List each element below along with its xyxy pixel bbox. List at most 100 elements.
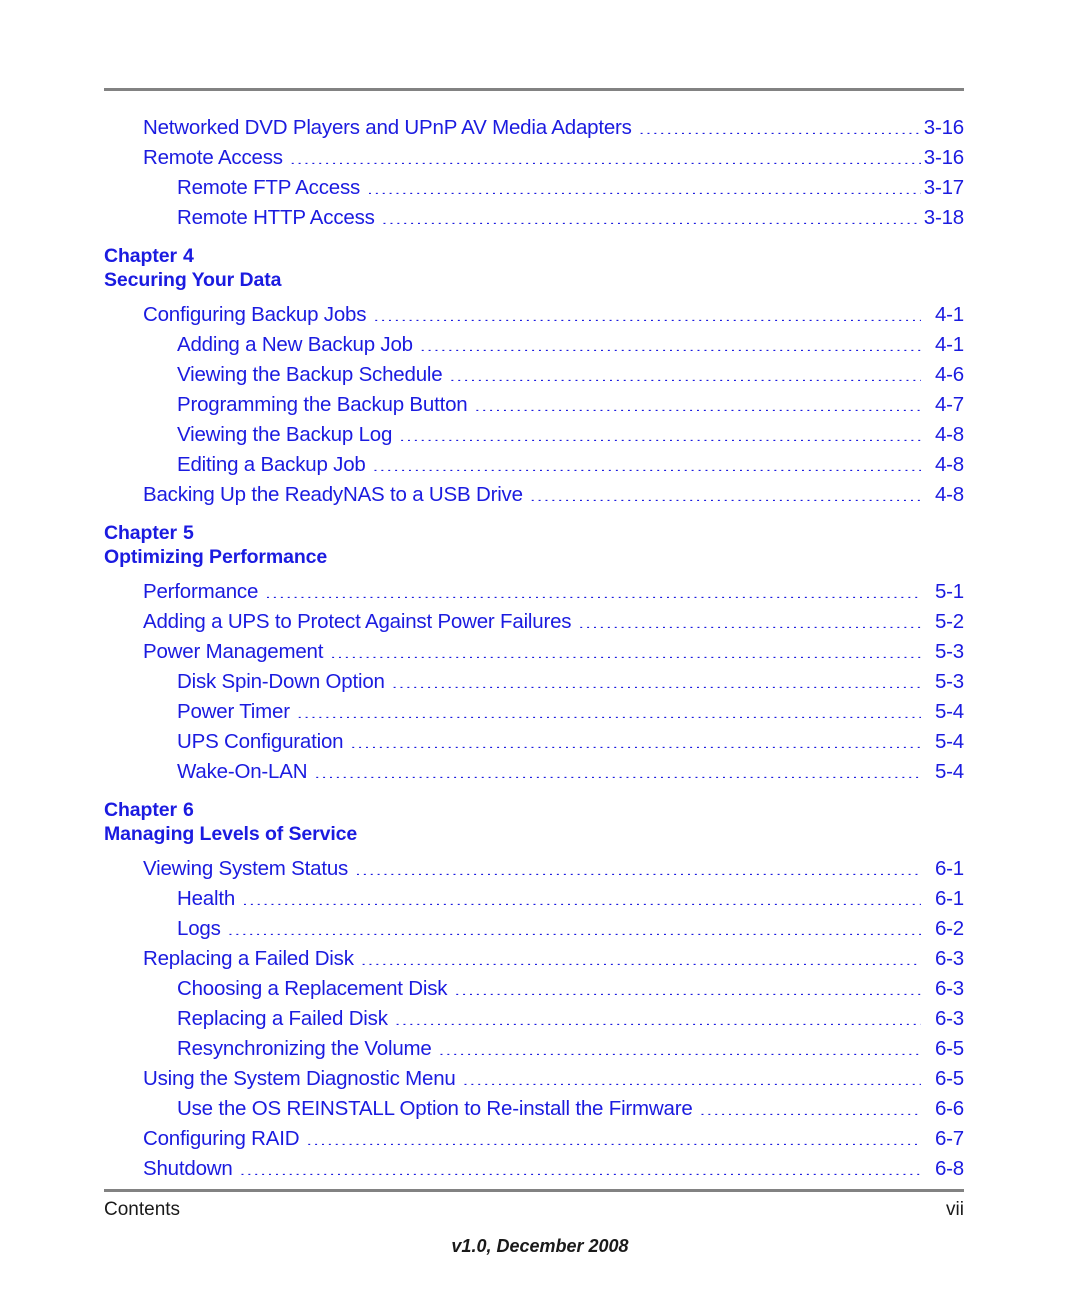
chapter-number: 6 xyxy=(182,799,194,821)
toc-entry-page-number: 6-8 xyxy=(934,1157,964,1180)
footer-page-number: vii xyxy=(946,1199,964,1220)
toc-entry-page-number: 5-4 xyxy=(934,700,964,723)
toc-entry[interactable]: Remote FTP Access 3-17 xyxy=(104,173,964,203)
dot-leader xyxy=(474,391,921,412)
toc-entry[interactable]: Power Management 5-3 xyxy=(104,637,964,667)
footer-rule xyxy=(104,1189,964,1192)
toc-entry-title: Configuring Backup Jobs xyxy=(143,303,367,326)
toc-entry-title: Use the OS REINSTALL Option to Re-instal… xyxy=(177,1097,693,1120)
toc-entry[interactable]: Viewing System Status 6-1 xyxy=(104,854,964,884)
toc-entry[interactable]: Viewing the Backup Log 4-8 xyxy=(104,420,964,450)
toc-entry-title: Networked DVD Players and UPnP AV Media … xyxy=(143,116,632,139)
toc-entry[interactable]: Programming the Backup Button 4-7 xyxy=(104,390,964,420)
chapter-number-line: Chapter 6 xyxy=(104,798,964,822)
dot-leader xyxy=(439,1035,921,1056)
toc-entry-page-number: 4-8 xyxy=(934,453,964,476)
chapter-label: Chapter xyxy=(104,245,177,267)
toc-entry-title: Editing a Backup Job xyxy=(177,453,366,476)
toc-entry[interactable]: Wake-On-LAN 5-4 xyxy=(104,757,964,787)
toc-entry-page-number: 6-3 xyxy=(934,977,964,1000)
chapter-label: Chapter xyxy=(104,522,177,544)
toc-entry-page-number: 4-7 xyxy=(934,393,964,416)
toc-entry[interactable]: Remote HTTP Access 3-18 xyxy=(104,203,964,233)
chapter-number-line: Chapter 4 xyxy=(104,244,964,268)
dot-leader xyxy=(463,1065,921,1086)
dot-leader xyxy=(240,1155,921,1176)
dot-leader xyxy=(373,301,921,322)
dot-leader xyxy=(314,758,921,779)
dot-leader xyxy=(228,915,921,936)
toc-entry-page-number: 5-3 xyxy=(934,640,964,663)
toc-entry-title: Viewing System Status xyxy=(143,857,349,880)
toc-entry[interactable]: Health 6-1 xyxy=(104,884,964,914)
toc-entry[interactable]: Configuring RAID 6-7 xyxy=(104,1124,964,1154)
toc-entry-title: Remote FTP Access xyxy=(177,176,361,199)
dot-leader xyxy=(367,174,921,195)
toc-entry[interactable]: Adding a New Backup Job 4-1 xyxy=(104,330,964,360)
toc-entry[interactable]: Disk Spin-Down Option 5-3 xyxy=(104,667,964,697)
table-of-contents: Networked DVD Players and UPnP AV Media … xyxy=(104,113,964,1184)
dot-leader xyxy=(306,1125,921,1146)
toc-entry-title: Shutdown xyxy=(143,1157,233,1180)
toc-entry-title: Configuring RAID xyxy=(143,1127,300,1150)
toc-entry-page-number: 5-4 xyxy=(934,730,964,753)
toc-entry-title: Viewing the Backup Schedule xyxy=(177,363,443,386)
toc-entry[interactable]: Networked DVD Players and UPnP AV Media … xyxy=(104,113,964,143)
toc-entry[interactable]: Use the OS REINSTALL Option to Re-instal… xyxy=(104,1094,964,1124)
toc-entry-page-number: 4-6 xyxy=(934,363,964,386)
chapter-heading: Chapter 4 Securing Your Data xyxy=(104,244,964,292)
toc-entry-page-number: 6-5 xyxy=(934,1067,964,1090)
toc-entry-title: Performance xyxy=(143,580,259,603)
dot-leader xyxy=(454,975,921,996)
chapter-number: 5 xyxy=(182,522,194,544)
toc-entry[interactable]: Performance 5-1 xyxy=(104,577,964,607)
chapter-label: Chapter xyxy=(104,799,177,821)
toc-entry[interactable]: Viewing the Backup Schedule 4-6 xyxy=(104,360,964,390)
toc-entry[interactable]: Adding a UPS to Protect Against Power Fa… xyxy=(104,607,964,637)
toc-entry[interactable]: Editing a Backup Job 4-8 xyxy=(104,450,964,480)
toc-entry-title: Adding a UPS to Protect Against Power Fa… xyxy=(143,610,572,633)
toc-entry-page-number: 4-1 xyxy=(934,333,964,356)
toc-entry-title: Replacing a Failed Disk xyxy=(177,1007,388,1030)
toc-entry-page-number: 3-16 xyxy=(923,146,964,169)
footer-section-label: Contents xyxy=(104,1199,181,1220)
dot-leader xyxy=(700,1095,921,1116)
toc-entry[interactable]: Using the System Diagnostic Menu 6-5 xyxy=(104,1064,964,1094)
dot-leader xyxy=(420,331,921,352)
toc-entry-title: Power Management xyxy=(143,640,324,663)
dot-leader xyxy=(382,204,921,225)
toc-entry-title: Health xyxy=(177,887,236,910)
toc-entry[interactable]: Choosing a Replacement Disk 6-3 xyxy=(104,974,964,1004)
toc-entry[interactable]: Replacing a Failed Disk 6-3 xyxy=(104,1004,964,1034)
chapter-title: Managing Levels of Service xyxy=(104,823,358,845)
toc-entry[interactable]: Remote Access 3-16 xyxy=(104,143,964,173)
toc-entry-page-number: 4-8 xyxy=(934,423,964,446)
chapter-heading: Chapter 5 Optimizing Performance xyxy=(104,521,964,569)
toc-page: Networked DVD Players and UPnP AV Media … xyxy=(0,0,1080,1296)
toc-entry-title: Backing Up the ReadyNAS to a USB Drive xyxy=(143,483,523,506)
dot-leader xyxy=(395,1005,921,1026)
toc-entry[interactable]: Replacing a Failed Disk 6-3 xyxy=(104,944,964,974)
dot-leader xyxy=(373,451,921,472)
toc-entry[interactable]: UPS Configuration 5-4 xyxy=(104,727,964,757)
toc-entry-page-number: 6-6 xyxy=(934,1097,964,1120)
dot-leader xyxy=(265,578,921,599)
toc-entry[interactable]: Configuring Backup Jobs 4-1 xyxy=(104,300,964,330)
toc-entry-title: Programming the Backup Button xyxy=(177,393,468,416)
dot-leader xyxy=(242,885,921,906)
dot-leader xyxy=(350,728,921,749)
toc-entry[interactable]: Power Timer 5-4 xyxy=(104,697,964,727)
toc-entry-page-number: 5-2 xyxy=(934,610,964,633)
toc-entry[interactable]: Shutdown 6-8 xyxy=(104,1154,964,1184)
toc-entry[interactable]: Logs 6-2 xyxy=(104,914,964,944)
toc-entry[interactable]: Resynchronizing the Volume 6-5 xyxy=(104,1034,964,1064)
toc-entry-page-number: 6-5 xyxy=(934,1037,964,1060)
page-footer: Contents vii xyxy=(104,1199,964,1221)
toc-entry-page-number: 6-1 xyxy=(934,857,964,880)
toc-entry-title: Wake-On-LAN xyxy=(177,760,308,783)
toc-entry-page-number: 6-3 xyxy=(934,947,964,970)
toc-entry-title: Adding a New Backup Job xyxy=(177,333,413,356)
toc-entry[interactable]: Backing Up the ReadyNAS to a USB Drive 4-… xyxy=(104,480,964,510)
dot-leader xyxy=(290,144,921,165)
toc-entry-title: Using the System Diagnostic Menu xyxy=(143,1067,456,1090)
